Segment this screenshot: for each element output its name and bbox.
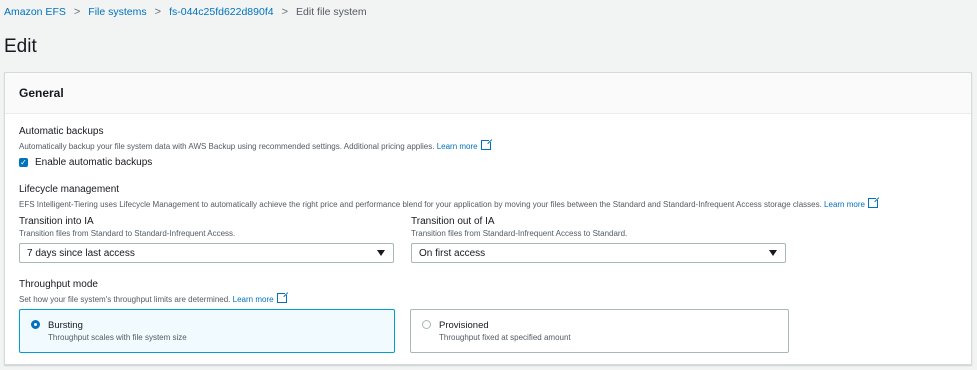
lifecycle-learn-more-label: Learn more [824,200,865,209]
bursting-radio[interactable] [31,320,40,329]
breadcrumb-current: Edit file system [296,6,367,18]
throughput-learn-more-link[interactable]: Learn more [232,291,289,304]
bursting-description: Throughput scales with file system size [48,333,187,342]
breadcrumb-amazon-efs[interactable]: Amazon EFS [4,6,66,18]
backups-description: Automatically backup your file system da… [19,138,493,151]
breadcrumb-file-system-id[interactable]: fs-044c25fd622d890f4 [169,6,274,18]
throughput-mode-description: Set how your file system's throughput li… [19,291,289,304]
external-link-icon [480,138,493,150]
throughput-option-bursting[interactable]: Bursting Throughput scales with file sys… [19,309,395,353]
throughput-description-text: Set how your file system's throughput li… [19,295,231,304]
transition-into-ia-value: 7 days since last access [27,248,135,259]
general-panel: General Automatic backups Automatically … [4,72,972,365]
external-link-icon [276,291,289,303]
caret-down-icon [769,250,777,256]
external-link-icon [867,196,880,208]
transition-into-ia-label: Transition into IA [19,216,94,227]
enable-backups-label: Enable automatic backups [35,157,153,168]
lifecycle-learn-more-link[interactable]: Learn more [824,196,880,209]
backups-learn-more-link[interactable]: Learn more [436,138,493,151]
throughput-mode-label: Throughput mode [19,279,98,290]
chevron-right-icon: > [281,6,289,18]
transition-into-ia-description: Transition files from Standard to Standa… [19,229,236,238]
provisioned-description: Throughput fixed at specified amount [439,333,571,342]
transition-out-of-ia-value: On first access [419,248,486,259]
caret-down-icon [377,250,385,256]
throughput-learn-more-label: Learn more [232,295,274,304]
enable-backups-checkbox[interactable]: ✓ [19,158,28,167]
lifecycle-description: EFS Intelligent-Tiering uses Lifecycle M… [19,196,880,209]
chevron-right-icon: > [73,6,81,18]
page-title: Edit [4,36,37,57]
lifecycle-label: Lifecycle management [19,184,120,195]
enable-backups-checkbox-row[interactable]: ✓ Enable automatic backups [19,157,152,168]
backups-learn-more-label: Learn more [436,142,478,151]
breadcrumb: Amazon EFS > File systems > fs-044c25fd6… [4,6,367,18]
transition-into-ia-select[interactable]: 7 days since last access [19,243,394,263]
breadcrumb-file-systems[interactable]: File systems [88,6,146,18]
transition-out-of-ia-description: Transition files from Standard-Infrequen… [411,229,628,238]
chevron-right-icon: > [154,6,162,18]
provisioned-radio[interactable] [422,320,431,329]
throughput-option-provisioned[interactable]: Provisioned Throughput fixed at specifie… [410,309,789,353]
panel-title: General [5,73,971,114]
bursting-title: Bursting [48,320,83,331]
lifecycle-description-text: EFS Intelligent-Tiering uses Lifecycle M… [19,200,822,209]
backups-description-text: Automatically backup your file system da… [19,142,435,151]
transition-out-of-ia-select[interactable]: On first access [411,243,786,263]
provisioned-title: Provisioned [439,320,489,331]
transition-out-of-ia-label: Transition out of IA [411,216,495,227]
backups-label: Automatic backups [19,126,104,137]
